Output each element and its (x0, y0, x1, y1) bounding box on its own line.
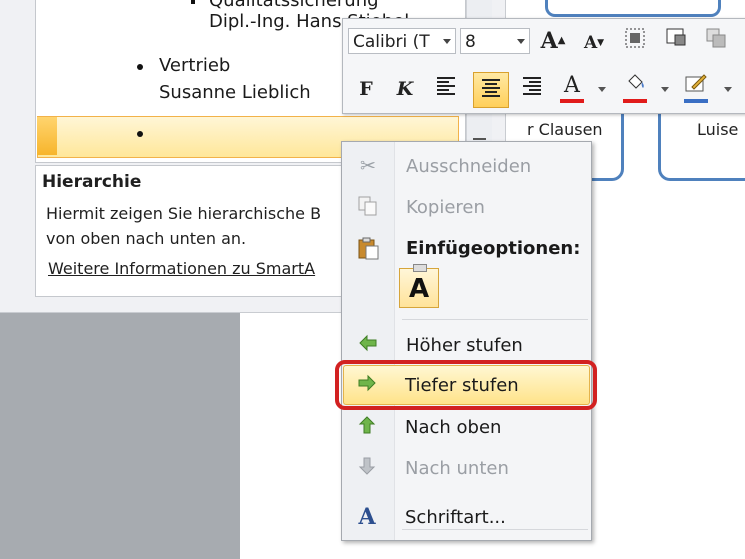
info-description-2: von oben nach unten an. (46, 229, 247, 248)
grow-font-icon: A (540, 28, 558, 54)
mini-toolbar: Calibri (T 8 A▲ A▼ F K A (342, 18, 745, 114)
fill-color-dropdown[interactable] (661, 87, 669, 92)
align-center-button[interactable] (473, 72, 509, 108)
menu-item-cut[interactable]: ✂ Ausschneiden (342, 147, 591, 185)
line-color-dropdown[interactable] (724, 87, 732, 92)
menu-label-move-up: Nach oben (405, 417, 502, 438)
font-name-value: Calibri (T (353, 32, 430, 52)
shape-text-2: r Clausen (527, 120, 603, 139)
font-size-combo[interactable]: 8 (460, 28, 530, 54)
copy-icon (356, 195, 380, 219)
bold-button[interactable]: F (351, 74, 381, 104)
menu-label-font: Schriftart... (405, 507, 506, 528)
arrange-icon[interactable] (701, 26, 731, 56)
sub-bullet (191, 0, 195, 4)
smartart-layout-icon[interactable] (620, 26, 650, 56)
shape-text-3: Luise (697, 120, 739, 139)
info-title: Hierarchie (42, 172, 142, 192)
text-item-quality[interactable]: Qualitätssicherung (209, 0, 379, 11)
info-description-1: Hiermit zeigen Sie hierarchische B (46, 204, 322, 223)
scissors-icon: ✂ (360, 155, 376, 177)
annotation-highlight-ring (335, 360, 597, 410)
menu-item-copy[interactable]: Kopieren (342, 188, 591, 226)
bullet (137, 64, 143, 70)
align-left-button[interactable] (431, 74, 461, 104)
font-color-button[interactable]: A (557, 71, 587, 103)
grow-font-button[interactable]: A▲ (538, 26, 568, 56)
shrink-font-icon: A (583, 33, 598, 53)
selected-row-marker (37, 117, 57, 155)
font-name-combo[interactable]: Calibri (T (348, 28, 456, 54)
paste-icon (356, 236, 380, 260)
align-right-button[interactable] (517, 74, 547, 104)
paste-keep-text-icon: A (408, 274, 430, 304)
font-icon: A (358, 504, 376, 530)
text-item-vertrieb[interactable]: Vertrieb (159, 55, 230, 76)
italic-button[interactable]: K (390, 74, 420, 104)
menu-separator (402, 319, 588, 320)
font-color-dropdown[interactable] (598, 87, 606, 92)
font-color-icon: A (564, 73, 580, 98)
shape-style-icon[interactable] (661, 26, 691, 56)
text-item-susanne[interactable]: Susanne Lieblich (159, 82, 311, 103)
menu-item-move-down[interactable]: Nach unten (341, 449, 590, 487)
fill-color-button[interactable] (620, 71, 650, 103)
font-size-value: 8 (465, 32, 476, 52)
line-color-button[interactable] (681, 71, 711, 103)
menu-item-promote[interactable]: Höher stufen (342, 326, 591, 364)
menu-item-paste-options: Einfügeoptionen: (342, 229, 591, 267)
menu-label-move-down: Nach unten (405, 458, 509, 479)
menu-label-promote: Höher stufen (406, 335, 523, 356)
smartart-shape-top[interactable] (545, 0, 721, 17)
menu-label-cut: Ausschneiden (406, 156, 532, 177)
menu-label-paste-options: Einfügeoptionen: (406, 238, 581, 259)
more-info-link[interactable]: Weitere Informationen zu SmartA (48, 259, 315, 278)
selected-bullet (137, 131, 143, 137)
chevron-down-icon (517, 39, 525, 44)
shrink-font-button[interactable]: A▼ (579, 28, 609, 58)
menu-label-copy: Kopieren (406, 197, 485, 218)
arrow-up-icon (355, 415, 379, 439)
arrow-left-icon (356, 333, 380, 357)
menu-item-move-up[interactable]: Nach oben (341, 408, 590, 446)
arrow-down-icon (355, 456, 379, 480)
chevron-down-icon (443, 39, 451, 44)
menu-item-font[interactable]: A Schriftart... (341, 498, 590, 536)
paste-keep-text-only-button[interactable]: A (399, 264, 439, 308)
